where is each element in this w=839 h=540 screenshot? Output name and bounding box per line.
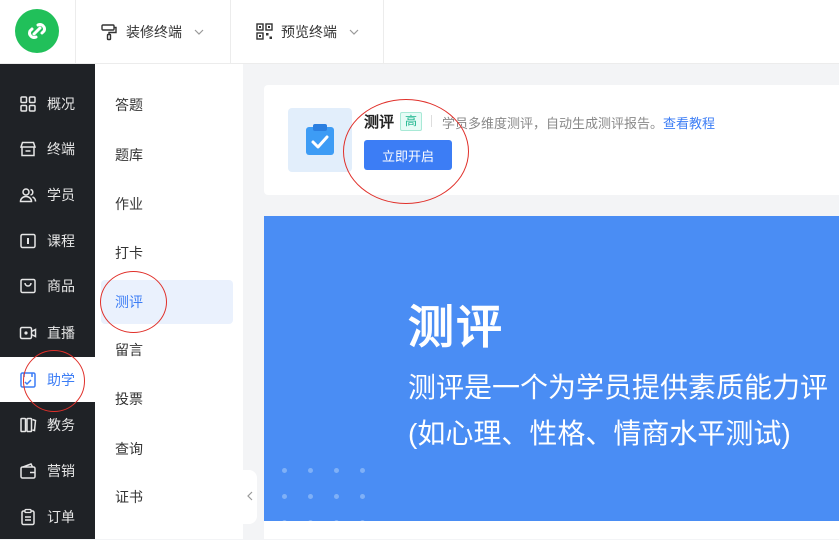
top-bar: 装修终端 预览终端 [0, 0, 839, 64]
submenu-item-quiz[interactable]: 答题 [101, 83, 233, 127]
enable-now-button[interactable]: 立即开启 [364, 140, 452, 170]
secondary-sidebar: 答题 题库 作业 打卡 测评 留言 投票 查询 证书 [95, 64, 243, 539]
submenu-item-certificate[interactable]: 证书 [101, 475, 233, 519]
submenu-label: 测评 [115, 294, 143, 310]
qr-code-icon [256, 23, 273, 40]
video-icon [19, 324, 37, 342]
course-icon [19, 232, 37, 250]
submenu-label: 留言 [115, 342, 143, 358]
level-tag: 高 [400, 112, 422, 131]
sidebar-item-label: 学员 [47, 187, 75, 203]
sidebar-item-academic[interactable]: 教务 [0, 402, 95, 448]
sidebar-item-label: 直播 [47, 325, 75, 341]
divider [383, 0, 384, 63]
sidebar-item-terminal[interactable]: 终端 [0, 126, 95, 172]
sidebar-item-course[interactable]: 课程 [0, 218, 95, 264]
banner-line-2: (如心理、性格、情商水平测试) [408, 418, 791, 449]
chevron-left-icon [246, 490, 254, 504]
decorate-terminal-menu[interactable]: 装修终端 [100, 0, 204, 63]
app-logo[interactable] [15, 9, 59, 53]
chevron-down-icon [194, 27, 204, 37]
assessment-banner: 测评 测评是一个为学员提供素质能力评 (如心理、性格、情商水平测试) [264, 216, 839, 539]
submenu-label: 证书 [115, 489, 143, 505]
assessment-clipboard-icon [288, 108, 352, 172]
link-logo-icon [28, 23, 46, 39]
sidebar-item-overview[interactable]: 概况 [0, 81, 95, 127]
assessment-feature-card: 测评 高 学员多维度测评，自动生成测评报告。查看教程 立即开启 [264, 85, 839, 195]
sidebar-item-label: 课程 [47, 233, 75, 249]
card-description: 学员多维度测评，自动生成测评报告。查看教程 [442, 113, 715, 132]
banner-bottom-edge [264, 521, 839, 539]
divider [75, 0, 76, 63]
card-title: 测评 [364, 114, 395, 131]
banner-line-1: 测评是一个为学员提供素质能力评 [408, 372, 829, 403]
sidebar-item-live[interactable]: 直播 [0, 310, 95, 356]
preview-terminal-label: 预览终端 [281, 23, 337, 40]
store-icon [19, 140, 37, 158]
submenu-label: 题库 [115, 147, 143, 163]
submenu-label: 打卡 [115, 245, 143, 261]
books-icon [19, 416, 37, 434]
submenu-item-message[interactable]: 留言 [101, 328, 233, 372]
decorate-terminal-label: 装修终端 [126, 23, 182, 40]
divider [230, 0, 231, 63]
submenu-item-checkin[interactable]: 打卡 [101, 231, 233, 275]
sidebar-item-label: 概况 [47, 96, 75, 112]
submenu-item-assessment[interactable]: 测评 [101, 280, 233, 324]
banner-title: 测评 [408, 301, 504, 353]
sidebar-item-label: 订单 [47, 509, 75, 525]
card-description-text: 学员多维度测评，自动生成测评报告。 [442, 116, 664, 131]
collapse-sidebar-button[interactable] [243, 470, 257, 524]
sidebar-item-label: 终端 [47, 141, 75, 157]
submenu-label: 作业 [115, 196, 143, 212]
users-icon [19, 186, 37, 204]
chevron-down-icon [349, 27, 359, 37]
submenu-item-question-bank[interactable]: 题库 [101, 133, 233, 177]
sidebar-item-label: 营销 [47, 463, 75, 479]
wallet-icon [19, 462, 37, 480]
preview-terminal-menu[interactable]: 预览终端 [256, 0, 359, 63]
submenu-item-homework[interactable]: 作业 [101, 182, 233, 226]
sidebar-item-goods[interactable]: 商品 [0, 263, 95, 309]
assist-icon [19, 371, 37, 389]
sidebar-item-orders[interactable]: 订单 [0, 494, 95, 540]
sidebar-item-label: 教务 [47, 417, 75, 433]
bag-icon [19, 277, 37, 295]
clipboard-icon [19, 508, 37, 526]
sidebar-item-students[interactable]: 学员 [0, 172, 95, 218]
submenu-label: 投票 [115, 391, 143, 407]
submenu-label: 答题 [115, 97, 143, 113]
view-tutorial-link[interactable]: 查看教程 [663, 116, 715, 131]
divider [431, 115, 432, 127]
submenu-label: 查询 [115, 441, 143, 457]
primary-sidebar: 概况 终端 学员 课程 商品 直播 助学 教务 营销 订单 [0, 64, 95, 539]
sidebar-item-label: 商品 [47, 278, 75, 294]
sidebar-item-label: 助学 [47, 371, 75, 388]
sidebar-item-assist[interactable]: 助学 [0, 357, 95, 402]
submenu-item-query[interactable]: 查询 [101, 427, 233, 471]
paint-roller-icon [100, 23, 118, 41]
sidebar-item-marketing[interactable]: 营销 [0, 448, 95, 494]
submenu-item-vote[interactable]: 投票 [101, 377, 233, 421]
grid-icon [19, 95, 37, 113]
